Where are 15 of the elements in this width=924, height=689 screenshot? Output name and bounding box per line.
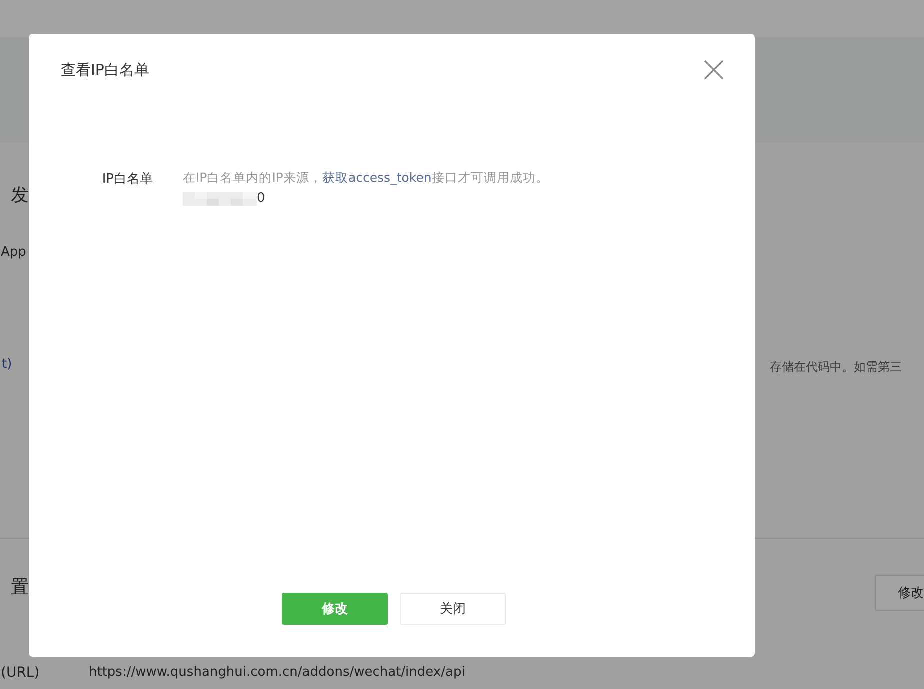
hint-text: 存储在代码中。如需第三 — [770, 359, 902, 376]
field-label: t) — [2, 357, 12, 372]
url-text: https://www.qushanghui.com.cn/addons/wechat/index/api — [89, 665, 466, 680]
field-label: IP白名单 — [101, 171, 153, 189]
section-heading: 置 — [11, 576, 29, 599]
close-button[interactable]: 关闭 — [400, 593, 506, 625]
description-text: 在IP白名单内的IP来源，获取access_token接口才可调用成功。 — [183, 170, 549, 187]
close-icon[interactable] — [704, 60, 724, 80]
section-heading: 发 — [11, 184, 29, 207]
edit-button[interactable]: 修改 — [875, 575, 924, 611]
field-label: (URL) — [1, 665, 40, 681]
field-label: App — [1, 245, 26, 260]
ip-address: 0 — [257, 191, 266, 206]
dialog-title: 查看IP白名单 — [61, 60, 150, 80]
access-token-link[interactable]: 获取access_token — [322, 170, 432, 185]
